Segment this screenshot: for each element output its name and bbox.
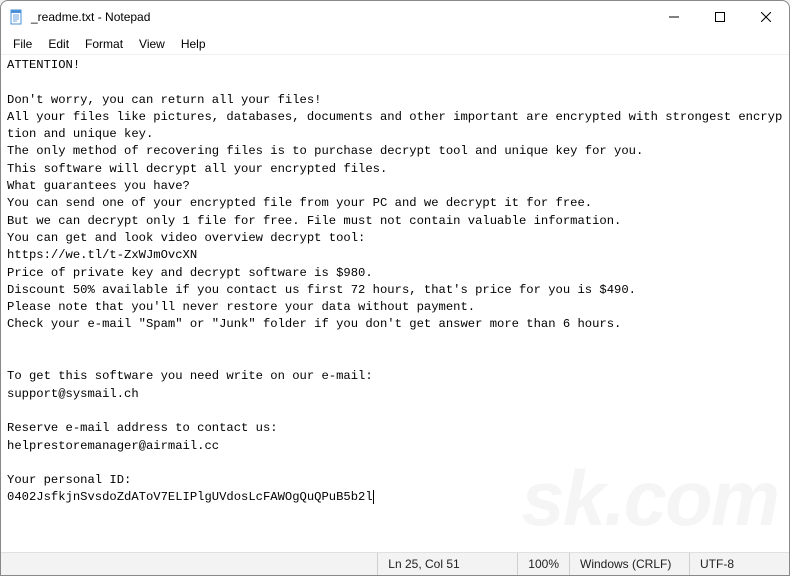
notepad-window: _readme.txt - Notepad File Edit Format V… (0, 0, 790, 576)
notepad-icon (9, 9, 25, 25)
close-button[interactable] (743, 1, 789, 33)
maximize-button[interactable] (697, 1, 743, 33)
menu-edit[interactable]: Edit (40, 35, 77, 53)
status-zoom: 100% (517, 553, 569, 575)
menubar: File Edit Format View Help (1, 33, 789, 55)
menu-file[interactable]: File (5, 35, 40, 53)
menu-format[interactable]: Format (77, 35, 131, 53)
text-caret (373, 490, 374, 504)
text-area[interactable]: ATTENTION! Don't worry, you can return a… (1, 55, 789, 552)
statusbar: Ln 25, Col 51 100% Windows (CRLF) UTF-8 (1, 552, 789, 575)
status-line-ending: Windows (CRLF) (569, 553, 689, 575)
window-title: _readme.txt - Notepad (31, 10, 651, 24)
window-controls (651, 1, 789, 33)
status-encoding: UTF-8 (689, 553, 789, 575)
document-text: ATTENTION! Don't worry, you can return a… (7, 58, 782, 504)
minimize-button[interactable] (651, 1, 697, 33)
menu-view[interactable]: View (131, 35, 173, 53)
status-position: Ln 25, Col 51 (377, 553, 517, 575)
menu-help[interactable]: Help (173, 35, 214, 53)
titlebar: _readme.txt - Notepad (1, 1, 789, 33)
